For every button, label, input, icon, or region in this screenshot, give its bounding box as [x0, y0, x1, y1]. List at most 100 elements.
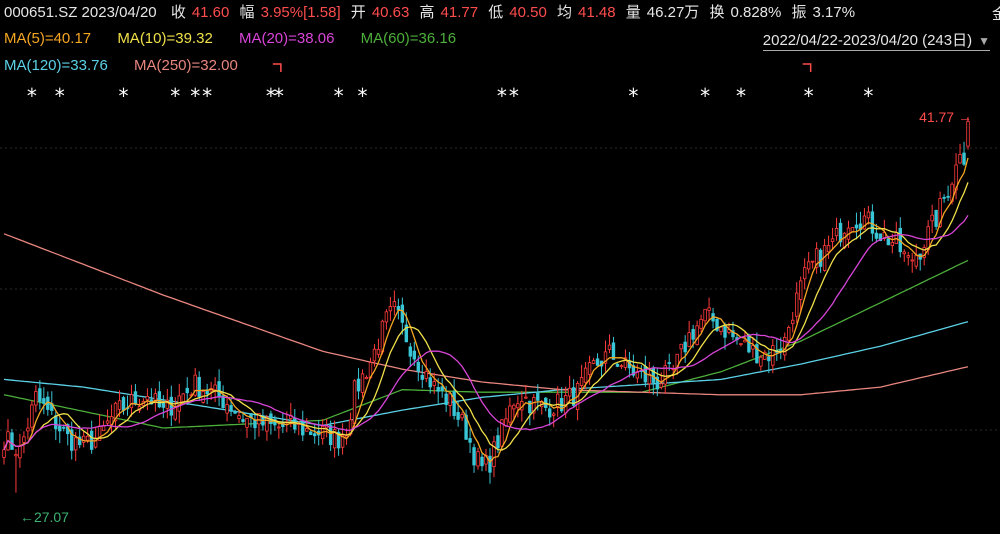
candle-body: [743, 339, 747, 343]
candle-body: [376, 349, 381, 355]
star-marker: *: [804, 84, 814, 108]
candle-body: [902, 251, 906, 255]
candle-body: [213, 384, 217, 391]
candle-body: [436, 386, 440, 392]
candle-body: [659, 383, 663, 388]
candle-body: [779, 349, 783, 351]
candle-body: [261, 416, 265, 426]
candle-body: [428, 377, 432, 388]
candle-body: [886, 238, 891, 246]
candle-body: [787, 327, 791, 341]
candle-body: [591, 360, 596, 364]
candle-body: [548, 408, 552, 418]
candle-body: [795, 292, 799, 317]
star-marker: *: [55, 84, 65, 108]
candle-body: [579, 377, 584, 386]
candle-body: [460, 414, 464, 419]
candle-body: [145, 396, 150, 401]
candle-body: [906, 255, 910, 258]
candle-body: [496, 435, 500, 449]
candle-body: [826, 245, 831, 253]
candle-body: [930, 214, 934, 222]
candle-body: [444, 393, 448, 406]
candle-body: [197, 377, 201, 398]
candle-body: [237, 415, 241, 420]
candle-body: [301, 420, 305, 436]
candle-body: [854, 224, 859, 229]
candle-body: [181, 393, 185, 403]
star-marker: *: [509, 84, 519, 108]
candle-body: [619, 365, 624, 368]
candle-body: [488, 455, 492, 473]
candle-body: [611, 342, 616, 360]
star-marker: *: [119, 84, 129, 108]
star-marker: *: [700, 84, 710, 108]
candlestick-chart[interactable]: * * * * * * ** * * * * * * * * *41.77 →←27.07: [0, 0, 1000, 534]
candle-body: [305, 428, 309, 432]
candle-body: [420, 374, 424, 380]
candle-body: [400, 304, 405, 323]
candle-body: [556, 393, 560, 408]
candle-body: [516, 403, 520, 409]
candle-body: [834, 228, 839, 237]
candle-body: [452, 391, 456, 416]
candle-body: [615, 363, 620, 367]
candle-body: [384, 311, 389, 323]
candle-body: [432, 381, 436, 386]
candle-body: [456, 412, 460, 420]
candle-body: [719, 326, 723, 333]
candle-body: [583, 367, 588, 383]
candle-body: [225, 404, 229, 414]
star-marker: *: [202, 84, 212, 108]
candle-body: [408, 346, 413, 357]
candle-body: [105, 420, 110, 424]
bracket-marker: [802, 63, 812, 72]
candle-body: [328, 425, 333, 446]
star-marker: *: [190, 84, 200, 108]
candle-body: [2, 449, 6, 458]
star-marker: *: [628, 84, 638, 108]
candle-body: [739, 343, 743, 345]
candle-body: [512, 404, 516, 410]
candle-body: [74, 437, 78, 451]
candle-body: [85, 435, 90, 441]
candle-body: [802, 267, 807, 280]
candle-body: [424, 371, 428, 379]
candle-body: [926, 226, 930, 250]
candle-body: [245, 417, 249, 428]
candle-body: [14, 454, 18, 457]
star-marker: *: [274, 84, 284, 108]
candle-body: [392, 301, 397, 308]
candle-body: [958, 154, 962, 164]
candle-body: [22, 436, 26, 443]
candle-body: [536, 392, 540, 401]
ma5-line: [3, 157, 969, 464]
candle-body: [866, 211, 871, 219]
candle-body: [683, 341, 687, 353]
candle-body: [476, 451, 480, 467]
star-marker: *: [358, 84, 368, 108]
candle-body: [587, 362, 592, 375]
candle-body: [806, 261, 811, 270]
candle-body: [695, 325, 699, 345]
star-marker: *: [497, 84, 507, 108]
candle-body: [265, 416, 269, 432]
candle-body: [448, 393, 452, 406]
candle-body: [703, 308, 707, 322]
star-marker: *: [170, 84, 180, 108]
candle-body: [914, 254, 918, 267]
candle-body: [874, 232, 879, 239]
candle-body: [946, 195, 950, 198]
candle-body: [607, 344, 612, 350]
candle-body: [360, 373, 365, 393]
candle-body: [723, 324, 727, 338]
candle-body: [372, 348, 377, 362]
candle-body: [121, 397, 126, 411]
candle-body: [818, 249, 823, 267]
candle-body: [890, 242, 895, 246]
ma120-line: [3, 321, 969, 427]
candle-body: [699, 318, 703, 329]
candle-body: [830, 238, 835, 242]
candle-body: [468, 438, 472, 443]
candle-body: [567, 387, 572, 397]
